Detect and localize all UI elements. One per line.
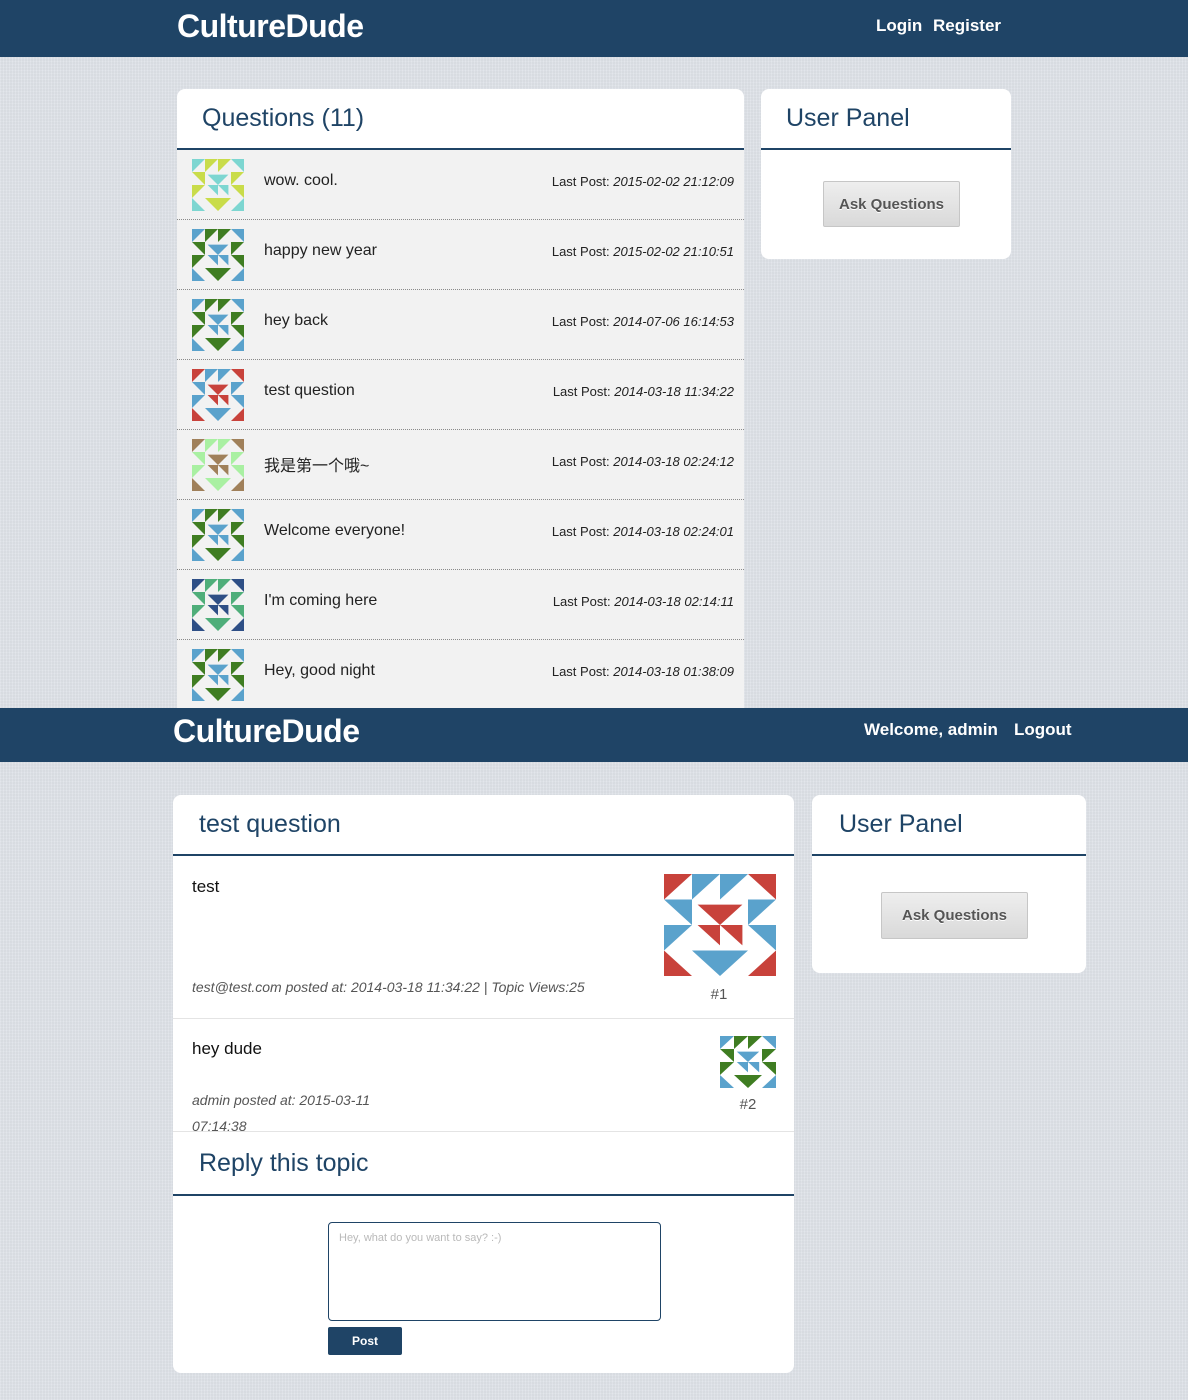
question-title-link[interactable]: I'm coming here	[264, 592, 377, 610]
post-avatar[interactable]	[664, 874, 776, 976]
identicon-icon	[192, 509, 244, 561]
post-avatar[interactable]	[720, 1036, 776, 1088]
topic-page-screenshot: CultureDude Welcome, admin Logout test q…	[0, 708, 1188, 1400]
post-button[interactable]: Post	[328, 1327, 402, 1355]
question-avatar[interactable]	[192, 369, 244, 421]
ask-questions-button[interactable]: Ask Questions	[881, 892, 1028, 939]
question-row[interactable]: wow. cool. Last Post: 2015-02-02 21:12:09	[177, 150, 744, 220]
reply-textarea[interactable]	[328, 1222, 661, 1321]
question-last-post: Last Post: 2014-03-18 02:24:01	[552, 524, 734, 539]
post-item: test test@test.com posted at: 2014-03-18…	[173, 856, 794, 1019]
identicon-icon	[192, 159, 244, 211]
question-title-link[interactable]: Hey, good night	[264, 662, 375, 680]
last-post-label: Last Post:	[551, 524, 610, 539]
logout-link[interactable]: Logout	[1014, 720, 1072, 740]
last-post-label: Last Post:	[552, 594, 611, 609]
last-post-label: Last Post:	[551, 314, 610, 329]
question-avatar[interactable]	[192, 509, 244, 561]
last-post-timestamp: 2014-07-06 16:14:53	[613, 314, 734, 329]
post-number: #2	[739, 1096, 757, 1113]
last-post-label: Last Post:	[551, 664, 610, 679]
last-post-label: Last Post:	[551, 174, 610, 189]
post-body: hey dude	[192, 1039, 262, 1058]
question-last-post: Last Post: 2014-03-18 02:14:11	[553, 594, 734, 609]
question-title-link[interactable]: hey back	[264, 312, 328, 330]
question-avatar[interactable]	[192, 229, 244, 281]
identicon-icon	[192, 369, 244, 421]
welcome-user-link[interactable]: Welcome, admin	[864, 720, 998, 740]
questions-panel: Questions (11) wow. cool. Last Post: 2015…	[177, 89, 744, 708]
top-navbar: CultureDude Welcome, admin Logout	[0, 708, 1188, 762]
identicon-icon	[664, 874, 776, 976]
top-navbar: CultureDude Login Register	[0, 0, 1188, 57]
register-link[interactable]: Register	[933, 16, 1001, 36]
post-body: test	[192, 877, 220, 896]
post-item: hey dude admin posted at: 2015-03-11 07:…	[173, 1019, 794, 1134]
last-post-timestamp: 2014-03-18 02:14:11	[614, 594, 734, 609]
login-link[interactable]: Login	[876, 16, 922, 36]
reply-section: Reply this topic Post	[173, 1132, 794, 1372]
question-last-post: Last Post: 2014-03-18 01:38:09	[552, 664, 734, 679]
question-avatar[interactable]	[192, 299, 244, 351]
identicon-icon	[192, 649, 244, 701]
user-panel-title: User Panel	[812, 795, 1086, 856]
question-avatar[interactable]	[192, 579, 244, 631]
question-title-link[interactable]: Welcome everyone!	[264, 522, 405, 540]
post-meta-line: admin posted at: 2015-03-11	[192, 1092, 370, 1108]
user-panel: User Panel Ask Questions	[812, 795, 1086, 973]
topic-panel: test question test test@test.com posted …	[173, 795, 794, 1373]
last-post-timestamp: 2014-03-18 02:24:12	[613, 454, 734, 469]
reply-title: Reply this topic	[173, 1132, 794, 1196]
last-post-label: Last Post:	[551, 244, 610, 259]
question-row[interactable]: Welcome everyone! Last Post: 2014-03-18 0…	[177, 500, 744, 570]
question-row[interactable]: I'm coming here Last Post: 2014-03-18 02:…	[177, 570, 744, 640]
identicon-icon	[192, 299, 244, 351]
last-post-label: Last Post:	[552, 384, 611, 399]
ask-questions-button[interactable]: Ask Questions	[823, 181, 960, 227]
identicon-icon	[192, 579, 244, 631]
question-row[interactable]: 我是第一个哦~ Last Post: 2014-03-18 02:24:12	[177, 430, 744, 500]
brand-logo[interactable]: CultureDude	[177, 8, 364, 45]
question-last-post: Last Post: 2014-03-18 02:24:12	[552, 454, 734, 469]
questions-list: wow. cool. Last Post: 2015-02-02 21:12:09…	[177, 150, 744, 708]
brand-logo[interactable]: CultureDude	[173, 713, 360, 750]
question-avatar[interactable]	[192, 159, 244, 211]
question-row[interactable]: Hey, good night Last Post: 2014-03-18 01:…	[177, 640, 744, 708]
question-last-post: Last Post: 2015-02-02 21:10:51	[552, 244, 734, 259]
question-title-link[interactable]: 我是第一个哦~	[264, 452, 369, 476]
question-avatar[interactable]	[192, 649, 244, 701]
question-last-post: Last Post: 2014-03-18 11:34:22	[553, 384, 734, 399]
post-number: #1	[710, 986, 728, 1003]
identicon-icon	[192, 439, 244, 491]
last-post-timestamp: 2014-03-18 01:38:09	[613, 664, 734, 679]
post-meta: test@test.com posted at: 2014-03-18 11:3…	[192, 979, 585, 995]
question-avatar[interactable]	[192, 439, 244, 491]
question-title-link[interactable]: happy new year	[264, 242, 377, 260]
question-title-link[interactable]: test question	[264, 382, 355, 400]
user-panel: User Panel Ask Questions	[761, 89, 1011, 259]
question-row[interactable]: test question Last Post: 2014-03-18 11:34…	[177, 360, 744, 430]
last-post-timestamp: 2015-02-02 21:12:09	[613, 174, 734, 189]
questions-heading: Questions (11)	[177, 89, 744, 150]
topic-title: test question	[173, 795, 794, 856]
last-post-timestamp: 2014-03-18 11:34:22	[614, 384, 734, 399]
identicon-icon	[192, 229, 244, 281]
question-last-post: Last Post: 2014-07-06 16:14:53	[552, 314, 734, 329]
last-post-timestamp: 2015-02-02 21:10:51	[613, 244, 734, 259]
question-last-post: Last Post: 2015-02-02 21:12:09	[552, 174, 734, 189]
user-panel-title: User Panel	[761, 89, 1011, 150]
question-row[interactable]: hey back Last Post: 2014-07-06 16:14:53	[177, 290, 744, 360]
last-post-label: Last Post:	[551, 454, 610, 469]
identicon-icon	[720, 1036, 776, 1088]
question-row[interactable]: happy new year Last Post: 2015-02-02 21:1…	[177, 220, 744, 290]
last-post-timestamp: 2014-03-18 02:24:01	[613, 524, 734, 539]
questions-page-screenshot: CultureDude Login Register Questions (11…	[0, 0, 1188, 708]
question-title-link[interactable]: wow. cool.	[264, 172, 338, 190]
